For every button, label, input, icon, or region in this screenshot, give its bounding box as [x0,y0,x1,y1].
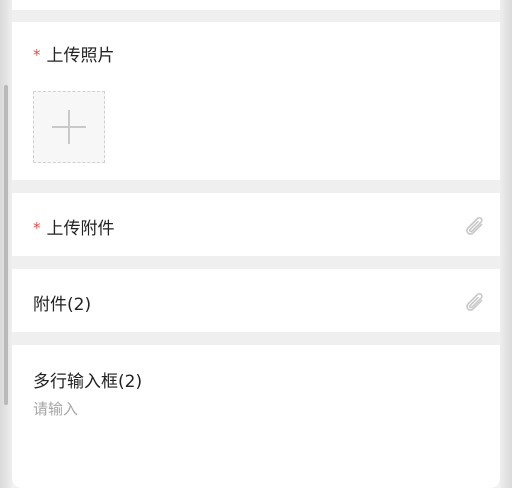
upload-attachment-label-text: 上传附件 [46,219,115,239]
paperclip-icon[interactable] [460,287,488,315]
page-scrollbar[interactable] [4,85,8,405]
paperclip-icon[interactable] [460,211,488,239]
upload-photo-label-text: 上传照片 [46,46,115,66]
photo-upload-button[interactable] [33,91,105,163]
upload-photo-field: * 上传照片 [12,22,500,180]
required-mark: * [33,46,41,64]
required-mark: * [33,219,41,237]
multiline-input-label: 多行输入框(2) [33,372,143,392]
multiline-input-field: 多行输入框(2) [12,345,500,488]
attachment-field[interactable]: 附件(2) [12,269,500,332]
right-edge-shadow [500,0,512,488]
form-panel: * 上传照片 * 上传附件 附件(2) 多行输入框(2) [12,0,500,488]
upload-attachment-label: * 上传附件 [33,214,115,239]
upload-attachment-field[interactable]: * 上传附件 [12,193,500,256]
previous-field-card [12,0,500,10]
attachment-label: 附件(2) [33,295,92,315]
multiline-textarea[interactable] [33,398,473,468]
upload-photo-label: * 上传照片 [33,41,115,66]
